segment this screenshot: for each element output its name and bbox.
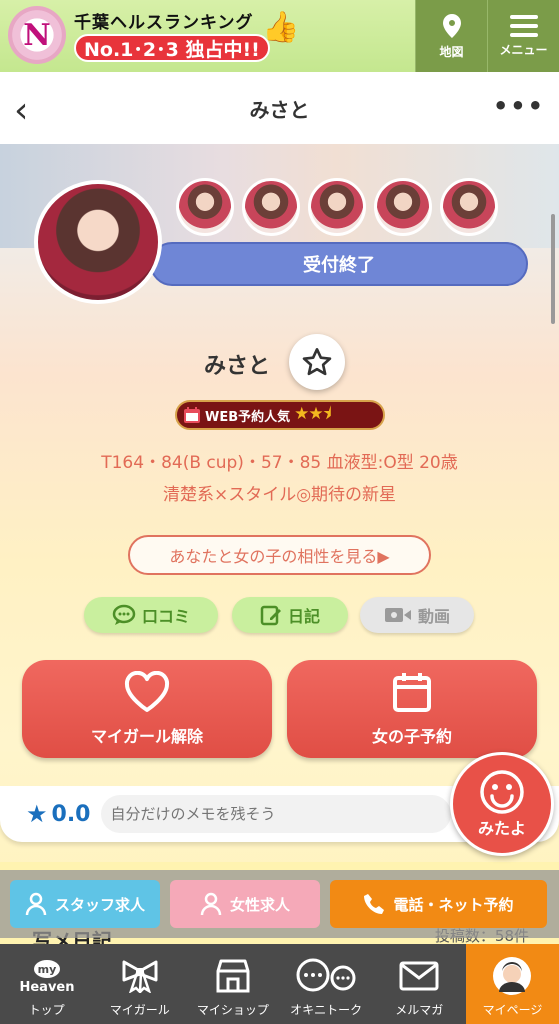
ad-headline: 千葉ヘルスランキング [74,13,254,33]
calendar-outline-icon [393,673,431,712]
user-avatar-icon [492,957,532,995]
my-heaven-icon: my Heaven [17,957,77,995]
photo-thumbnail[interactable] [242,178,300,236]
bottom-tab-bar: my Heaven トップ マイガール マイショップ オキニトーク メルマガ マイ… [0,944,559,1024]
favorite-star-button[interactable] [289,334,345,390]
compatibility-button[interactable]: あなたと女の子の相性を見る▶ [128,535,431,575]
tab-top-label: トップ [28,1003,65,1017]
mygirl-remove-label: マイガール解除 [90,727,203,746]
memo-input[interactable] [100,795,451,833]
envelope-icon [399,957,439,995]
map-button[interactable]: 地図 [415,0,487,72]
scrollbar[interactable] [551,214,555,324]
tab-mypage[interactable]: マイページ [465,944,559,1024]
photo-thumbnail[interactable] [308,178,366,236]
menu-button[interactable]: メニュー [487,0,559,72]
star-filled-icon: ★ [26,800,48,828]
profile-catchphrase: 清楚系×スタイル◎期待の新星 [162,485,397,505]
tab-mygirl-label: マイガール [109,1003,170,1017]
web-badge-stars: ★★⯨ [294,403,331,424]
page-title: みさと [249,97,310,122]
diary-pill[interactable]: 日記 [232,597,348,633]
shop-logo: N [8,6,66,64]
web-badge-label: WEB予約人気 [205,409,291,425]
staff-recruit-label: スタッフ求人 [54,895,145,914]
photo-thumbnail[interactable] [176,178,234,236]
edit-note-icon [260,605,281,626]
mitayo-button[interactable]: みたよ [450,752,554,856]
svg-text:my: my [37,963,56,976]
heart-outline-icon [124,671,170,712]
tab-mypage-label: マイページ [482,1003,543,1017]
hamburger-icon [509,14,538,37]
diary-label: 日記 [287,607,320,626]
reviews-label: 口コミ [141,607,190,626]
reserve-girl-label: 女の子予約 [371,727,452,746]
ranking-ad-banner[interactable]: N 千葉ヘルスランキング No.1･2･3 独占中!! 👍 [0,0,415,72]
web-reservation-badge: WEB予約人気 ★★⯨ [175,400,385,430]
top-banner: N 千葉ヘルスランキング No.1･2･3 独占中!! 👍 地図 メニュー [0,0,559,72]
tab-mailmag[interactable]: メルマガ [373,944,466,1024]
photo-thumbnail[interactable] [440,178,498,236]
reviews-pill[interactable]: 口コミ [84,597,218,633]
phone-net-reserve-button[interactable]: 電話・ネット予約 [330,880,547,928]
chat-bubbles-icon [293,957,359,995]
svg-text:Heaven: Heaven [19,980,74,995]
video-camera-icon [384,608,411,622]
girl-name: みさと [204,354,271,379]
female-recruit-label: 女性求人 [229,895,290,914]
person-icon [200,892,222,916]
mitayo-label: みたよ [477,819,526,838]
tab-okinitalk-label: オキニトーク [290,1003,363,1017]
staff-recruit-button[interactable]: スタッフ求人 [10,880,160,928]
thumbs-up-icon: 👍 [262,10,300,45]
phone-net-reserve-label: 電話・ネット予約 [393,895,514,914]
person-icon [25,892,47,916]
rating-value: 0.0 [51,801,91,827]
calendar-icon [184,407,200,423]
menu-label: メニュー [499,42,548,57]
tab-myshop-label: マイショップ [196,1003,269,1017]
female-recruit-button[interactable]: 女性求人 [170,880,320,928]
recruit-cta-bar: スタッフ求人 女性求人 電話・ネット予約 [0,870,559,938]
more-options-icon[interactable]: ••• [493,92,545,120]
page-header: ‹ みさと ••• [0,72,559,144]
profile-stats: T164・84(B cup)・57・85 血液型:O型 20歳 [101,453,458,473]
star-outline-icon [302,348,332,376]
speech-bubble-icon [112,604,136,625]
shop-icon [215,957,251,995]
photo-thumbnail[interactable] [374,178,432,236]
rating-display[interactable]: ★ 0.0 [26,800,91,828]
map-pin-icon [442,13,461,38]
tab-mailmag-label: メルマガ [395,1003,444,1017]
profile-avatar[interactable] [34,180,162,304]
map-label: 地図 [439,44,464,59]
back-chevron-icon[interactable]: ‹ [14,90,28,131]
photo-thumbnails [176,178,498,236]
tab-mygirl[interactable]: マイガール [93,944,186,1024]
video-pill[interactable]: 動画 [360,597,474,633]
video-label: 動画 [417,607,450,626]
tab-okinitalk[interactable]: オキニトーク [280,944,373,1024]
phone-icon [364,894,385,914]
ad-ranking-text: No.1･2･3 独占中!! [74,34,270,62]
tab-top[interactable]: my Heaven トップ [0,944,93,1024]
tab-myshop[interactable]: マイショップ [186,944,279,1024]
ribbon-icon [120,957,160,995]
reception-status-bar: 受付終了 [150,242,528,286]
reserve-girl-button[interactable]: 女の子予約 [287,660,537,758]
mygirl-remove-button[interactable]: マイガール解除 [22,660,272,758]
smiley-face-icon [480,770,524,814]
